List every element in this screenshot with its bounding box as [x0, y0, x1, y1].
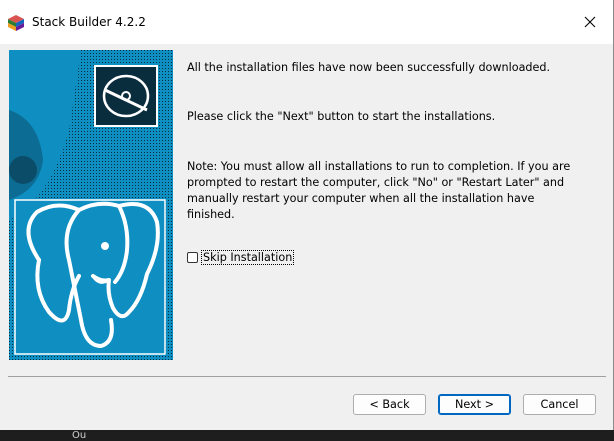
checkbox-box[interactable] — [187, 251, 198, 263]
title-bar: Stack Builder 4.2.2 — [0, 0, 613, 44]
stack-builder-window: Stack Builder 4.2.2 All the installation… — [0, 0, 614, 430]
taskbar-partial-label: Ou — [72, 430, 87, 441]
close-icon — [584, 16, 596, 28]
window-title: Stack Builder 4.2.2 — [32, 15, 146, 29]
click-next-message: Please click the "Next" button to start … — [187, 110, 496, 123]
cancel-button[interactable]: Cancel — [523, 394, 596, 415]
skip-installation-checkbox[interactable]: Skip Installation — [187, 249, 295, 265]
back-button[interactable]: < Back — [353, 394, 426, 415]
disc-icon — [94, 65, 158, 127]
footer-separator — [8, 376, 606, 377]
stack-builder-icon — [8, 15, 24, 31]
postgresql-elephant-logo — [14, 199, 166, 355]
skip-installation-label[interactable]: Skip Installation — [201, 249, 295, 265]
download-complete-message: All the installation files have now been… — [187, 61, 551, 74]
close-button[interactable] — [568, 8, 613, 38]
next-button[interactable]: Next > — [438, 394, 511, 415]
wizard-banner-image — [9, 50, 173, 360]
restart-note-message: Note: You must allow all installations t… — [187, 160, 571, 221]
